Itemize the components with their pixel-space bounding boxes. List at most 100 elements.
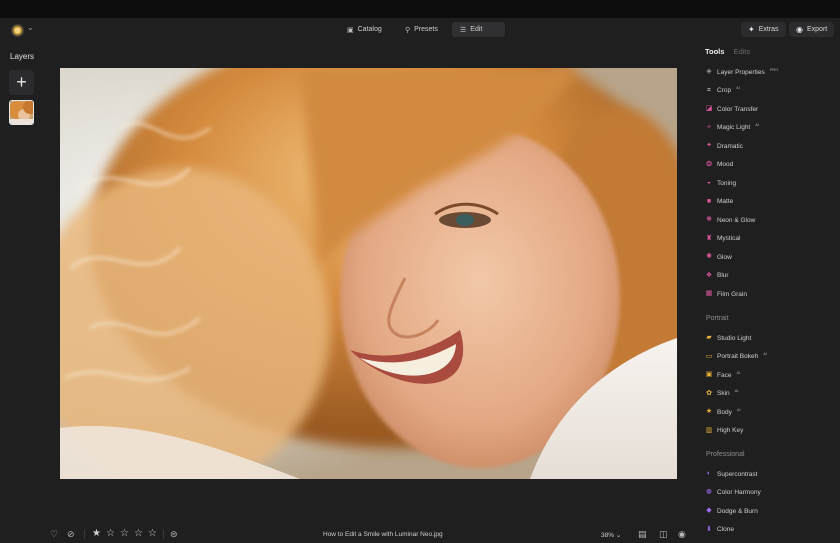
preview-eye-icon[interactable]: ◉ bbox=[678, 529, 686, 539]
toning-icon: ◒ bbox=[706, 179, 712, 186]
tool-dramatic[interactable]: ✦ Dramatic bbox=[705, 140, 743, 152]
tool-neon-glow[interactable]: ❋ Neon & Glow bbox=[705, 214, 755, 226]
tool-label: Face bbox=[717, 371, 732, 379]
main-photo-canvas[interactable] bbox=[60, 68, 677, 479]
top-toolbar: ⌄ ▣ Catalog ⚲ Presets ☰ Edit ✦ Extras ◉ … bbox=[0, 18, 840, 42]
tab-edit-label: Edit bbox=[470, 26, 483, 33]
tab-presets[interactable]: ⚲ Presets bbox=[397, 22, 446, 37]
layer-thumbnail[interactable] bbox=[9, 100, 34, 125]
tool-mood[interactable]: ❂ Mood bbox=[705, 159, 733, 171]
layer-thumbnail-image bbox=[10, 101, 33, 124]
tab-tools[interactable]: Tools bbox=[705, 47, 724, 56]
tool-toning[interactable]: ◒ Toning bbox=[705, 177, 736, 189]
tool-label: Studio Light bbox=[717, 334, 752, 342]
add-layer-button[interactable]: + bbox=[9, 70, 34, 95]
magic-light-icon: ✧ bbox=[706, 123, 712, 131]
sparkle-icon: ✦ bbox=[748, 25, 755, 34]
tool-dodge-burn[interactable]: ◆ Dodge & Burn bbox=[705, 505, 758, 517]
tool-badge: AI bbox=[736, 369, 741, 375]
tool-layer-properties[interactable]: ◈ Layer Properties PRO bbox=[705, 66, 778, 78]
single-view-icon[interactable]: ▤ bbox=[638, 529, 647, 539]
window-top-strip bbox=[0, 0, 840, 18]
tool-badge: AI bbox=[755, 122, 760, 127]
chevron-down-icon[interactable]: ⌄ bbox=[27, 23, 34, 32]
supercontrast-icon: ◐ bbox=[706, 470, 712, 477]
tool-studio-light[interactable]: ▰ Studio Light bbox=[705, 332, 751, 344]
star-icon[interactable]: ☆ bbox=[120, 528, 129, 539]
label-color-icon[interactable]: ⊜ bbox=[170, 529, 178, 539]
tool-label: Portrait Bokeh bbox=[717, 353, 759, 360]
neon-glow-icon: ❋ bbox=[706, 216, 712, 223]
tool-label: Color Transfer bbox=[717, 105, 759, 113]
export-button[interactable]: ◉ Export bbox=[789, 22, 835, 37]
tool-high-key[interactable]: ▥ High Key bbox=[705, 425, 744, 437]
star-icon[interactable]: ☆ bbox=[134, 528, 143, 539]
tool-label: Dodge & Burn bbox=[717, 507, 758, 515]
tool-badge: AI bbox=[763, 351, 767, 356]
tool-label: Glow bbox=[717, 253, 732, 261]
tool-label: Skin bbox=[717, 390, 730, 397]
clone-icon: ⬇ bbox=[706, 525, 712, 533]
tool-badge: AI bbox=[736, 85, 740, 90]
tool-label: Dramatic bbox=[717, 142, 744, 150]
tool-clone[interactable]: ⬇ Clone bbox=[705, 524, 734, 536]
tool-blur[interactable]: ❖ Blur bbox=[705, 270, 729, 282]
tool-body[interactable]: ★ Body AI bbox=[705, 406, 741, 418]
extras-button[interactable]: ✦ Extras bbox=[741, 22, 786, 37]
tool-portrait-bokeh[interactable]: ▭ Portrait Bokeh AI bbox=[705, 351, 767, 363]
tool-label: Toning bbox=[717, 179, 737, 187]
tool-label: Mystical bbox=[717, 235, 741, 242]
reject-icon[interactable]: ⊘ bbox=[67, 529, 75, 539]
tool-matte[interactable]: ■ Matte bbox=[705, 196, 733, 208]
star-icon[interactable]: ☆ bbox=[148, 528, 157, 539]
tool-supercontrast[interactable]: ◐ Supercontrast bbox=[705, 468, 758, 480]
tool-color-transfer[interactable]: ◪ Color Transfer bbox=[705, 103, 759, 115]
film-grain-icon: ▦ bbox=[705, 290, 713, 297]
tab-edits[interactable]: Edits bbox=[733, 47, 750, 56]
export-icon: ◉ bbox=[796, 25, 803, 34]
dodge-burn-icon: ◆ bbox=[706, 507, 712, 514]
face-icon: ▣ bbox=[705, 371, 713, 378]
tool-label: Mood bbox=[717, 161, 734, 168]
section-professional-title: Professional bbox=[706, 451, 745, 458]
zoom-level[interactable]: 38% ⌄ bbox=[601, 531, 621, 539]
app-logo-icon[interactable] bbox=[11, 24, 24, 37]
zoom-value: 38% bbox=[601, 532, 615, 539]
tab-edit[interactable]: ☰ Edit bbox=[452, 22, 505, 37]
layer-properties-icon: ◈ bbox=[706, 68, 712, 75]
mystical-icon: ♜ bbox=[705, 234, 713, 242]
folder-icon: ▣ bbox=[347, 26, 354, 34]
tool-glow[interactable]: ✺ Glow bbox=[705, 251, 732, 263]
tool-mystical[interactable]: ♜ Mystical bbox=[705, 233, 741, 245]
tool-label: Supercontrast bbox=[717, 470, 758, 478]
tool-magic-light[interactable]: ✧ Magic Light AI bbox=[705, 122, 759, 134]
portrait-bokeh-icon: ▭ bbox=[705, 352, 713, 360]
tool-face[interactable]: ▣ Face AI bbox=[705, 369, 741, 381]
crop-icon: ⌗ bbox=[707, 86, 711, 94]
extras-label: Extras bbox=[758, 26, 779, 33]
tool-crop[interactable]: ⌗ Crop AI bbox=[705, 85, 740, 97]
tool-skin[interactable]: ✿ Skin AI bbox=[705, 388, 738, 400]
compare-view-icon[interactable]: ◫ bbox=[659, 529, 668, 539]
section-portrait-title: Portrait bbox=[706, 315, 729, 322]
tab-catalog[interactable]: ▣ Catalog bbox=[339, 22, 390, 37]
star-icon[interactable]: ★ bbox=[92, 528, 101, 539]
star-icon[interactable]: ☆ bbox=[106, 528, 115, 539]
tool-color-harmony[interactable]: ❁ Color Harmony bbox=[705, 487, 761, 499]
high-key-icon: ▥ bbox=[705, 426, 713, 434]
mood-icon: ❂ bbox=[706, 160, 712, 168]
tab-presets-label: Presets bbox=[414, 26, 438, 33]
tool-film-grain[interactable]: ▦ Film Grain bbox=[705, 288, 747, 300]
heart-icon[interactable]: ♡ bbox=[50, 529, 58, 539]
tool-label: Magic Light bbox=[717, 124, 751, 131]
tool-label: Clone bbox=[717, 526, 734, 533]
studio-light-icon: ▰ bbox=[706, 334, 712, 341]
color-transfer-icon: ◪ bbox=[705, 105, 713, 112]
blur-icon: ❖ bbox=[705, 271, 713, 279]
tool-label: Matte bbox=[717, 198, 734, 205]
portrait-photo bbox=[60, 68, 677, 479]
tool-badge: PRO bbox=[769, 66, 779, 72]
sliders-icon: ☰ bbox=[460, 26, 467, 34]
skin-icon: ✿ bbox=[706, 389, 712, 397]
dramatic-icon: ✦ bbox=[706, 142, 712, 149]
